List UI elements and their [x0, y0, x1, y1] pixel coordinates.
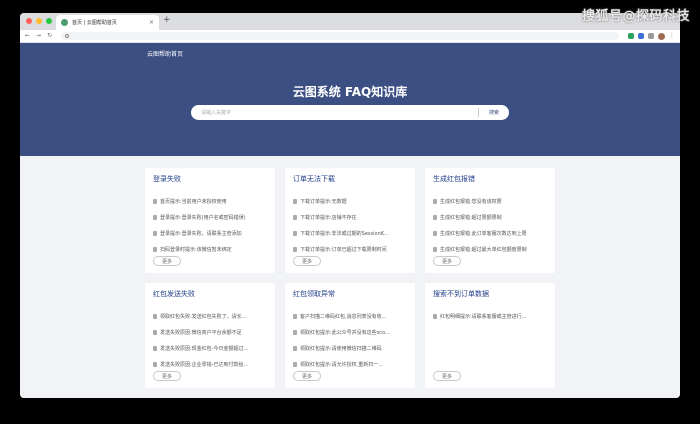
document-icon: [293, 214, 297, 220]
category-title[interactable]: 生成红包报错: [433, 174, 547, 184]
browser-tab[interactable]: 首页 | 云图帮助首页 ×: [56, 15, 159, 30]
favicon-icon: [61, 19, 68, 26]
document-icon: [153, 230, 157, 236]
reload-button[interactable]: ↻: [47, 33, 52, 39]
browser-menu-icon[interactable]: ⋮: [669, 33, 675, 39]
site-info-icon[interactable]: [65, 34, 70, 38]
new-tab-button[interactable]: +: [163, 16, 171, 25]
search-input[interactable]: [191, 105, 478, 120]
faq-item[interactable]: 生成红包报错:超过限额限制: [433, 209, 547, 225]
document-icon: [293, 198, 297, 204]
back-button[interactable]: ←: [25, 33, 30, 39]
address-bar[interactable]: [61, 32, 619, 40]
maximize-window-button[interactable]: [46, 18, 52, 24]
minimize-window-button[interactable]: [36, 18, 42, 24]
faq-item[interactable]: 发送失败原因:微信商户平台余额不足: [153, 324, 267, 340]
category-title[interactable]: 订单无法下载: [293, 174, 407, 184]
more-button[interactable]: 更多: [153, 371, 181, 381]
more-button[interactable]: 更多: [433, 371, 461, 381]
document-icon: [433, 198, 437, 204]
faq-item[interactable]: 领取红包提示:请使用微信扫描二维码: [293, 340, 407, 356]
faq-category-card: 订单无法下载 下载订单提示:无数据 下载订单提示:店铺不存在 下载订单提示:非法…: [285, 168, 415, 273]
extension-icons: ⋮: [628, 32, 675, 40]
category-title[interactable]: 登录失败: [153, 174, 267, 184]
site-home-link[interactable]: 云图帮助首页: [147, 49, 183, 58]
close-window-button[interactable]: [26, 18, 32, 24]
profile-avatar[interactable]: [658, 32, 665, 40]
window-controls: [26, 18, 52, 24]
page-content: 云图帮助首页 云图系统 FAQ知识库 搜索 登录失败 首页提示:当前用户未授权使…: [20, 43, 680, 398]
document-icon: [293, 313, 297, 319]
document-icon: [153, 198, 157, 204]
faq-item[interactable]: 登录提示:登录失败(用户名或密码错误): [153, 209, 267, 225]
browser-toolbar: ← → ↻ ⋮: [20, 30, 680, 43]
faq-item[interactable]: 生成红包报错:您没有该权限: [433, 193, 547, 209]
faq-item[interactable]: 生成红包报错:此订单客服次数达到上限: [433, 225, 547, 241]
document-icon: [153, 329, 157, 335]
faq-item[interactable]: 登录提示:登录失败。请联系主管添加: [153, 225, 267, 241]
faq-item[interactable]: 首页提示:当前用户未授权使用: [153, 193, 267, 209]
faq-item[interactable]: 扫码登录时提示:该微信暂未绑定: [153, 241, 267, 257]
document-icon: [433, 313, 437, 319]
faq-item[interactable]: 发送失败原因:企业零钱-已达到付款给...: [153, 356, 267, 372]
faq-item[interactable]: 下载订单提示:非法或过期的SessionK...: [293, 225, 407, 241]
extension-icon[interactable]: [648, 33, 654, 39]
document-icon: [153, 214, 157, 220]
faq-item[interactable]: 领取红包失败:发送红包失败了。请长...: [153, 308, 267, 324]
category-title[interactable]: 红包发送失败: [153, 289, 267, 299]
search-button[interactable]: 搜索: [479, 109, 509, 116]
document-icon: [293, 361, 297, 367]
document-icon: [293, 246, 297, 252]
document-icon: [293, 230, 297, 236]
hero-banner: 云图帮助首页 云图系统 FAQ知识库 搜索: [20, 43, 680, 156]
extension-icon[interactable]: [628, 33, 634, 39]
faq-item[interactable]: 发送失败原因:现金红包-今日金额超过...: [153, 340, 267, 356]
faq-item[interactable]: 客户扫描二维码红包,消息列表没有收...: [293, 308, 407, 324]
faq-category-card: 搜索不到订单数据 红包明细提示:请联系客服或主管进行... 更多: [425, 283, 555, 388]
document-icon: [433, 214, 437, 220]
faq-category-card: 红包发送失败 领取红包失败:发送红包失败了。请长... 发送失败原因:微信商户平…: [145, 283, 275, 388]
document-icon: [153, 345, 157, 351]
document-icon: [153, 361, 157, 367]
faq-category-card: 登录失败 首页提示:当前用户未授权使用 登录提示:登录失败(用户名或密码错误) …: [145, 168, 275, 273]
faq-category-card: 生成红包报错 生成红包报错:您没有该权限 生成红包报错:超过限额限制 生成红包报…: [425, 168, 555, 273]
document-icon: [293, 345, 297, 351]
document-icon: [433, 230, 437, 236]
document-icon: [293, 329, 297, 335]
faq-item[interactable]: 领取红包提示:请允许授权,重新扫一...: [293, 356, 407, 372]
document-icon: [433, 246, 437, 252]
faq-item[interactable]: 下载订单提示:订单已超过下载限制时间: [293, 241, 407, 257]
faq-item[interactable]: 生成红包报错:超过最大单红包额度限制: [433, 241, 547, 257]
faq-item[interactable]: 领取红包提示:此公众号并没有这些sco...: [293, 324, 407, 340]
document-icon: [153, 313, 157, 319]
forward-button[interactable]: →: [36, 33, 41, 39]
search-box: 搜索: [191, 105, 509, 120]
tab-title: 首页 | 云图帮助首页: [72, 20, 117, 26]
page-title: 云图系统 FAQ知识库: [292, 85, 408, 99]
category-title[interactable]: 搜索不到订单数据: [433, 289, 547, 299]
watermark: 搜狐号@探码科技: [581, 9, 690, 24]
faq-item[interactable]: 红包明细提示:请联系客服或主管进行...: [433, 308, 547, 324]
faq-item[interactable]: 下载订单提示:店铺不存在: [293, 209, 407, 225]
extension-icon[interactable]: [638, 33, 644, 39]
faq-item[interactable]: 下载订单提示:无数据: [293, 193, 407, 209]
more-button[interactable]: 更多: [153, 256, 181, 266]
more-button[interactable]: 更多: [433, 256, 461, 266]
browser-window: 首页 | 云图帮助首页 × + ← → ↻ ⋮ 云图帮助首页 云图系统 FAQ知…: [20, 13, 680, 398]
more-button[interactable]: 更多: [293, 256, 321, 266]
close-tab-icon[interactable]: ×: [149, 19, 154, 26]
category-title[interactable]: 红包领取异常: [293, 289, 407, 299]
faq-category-card: 红包领取异常 客户扫描二维码红包,消息列表没有收... 领取红包提示:此公众号并…: [285, 283, 415, 388]
more-button[interactable]: 更多: [293, 371, 321, 381]
document-icon: [153, 246, 157, 252]
